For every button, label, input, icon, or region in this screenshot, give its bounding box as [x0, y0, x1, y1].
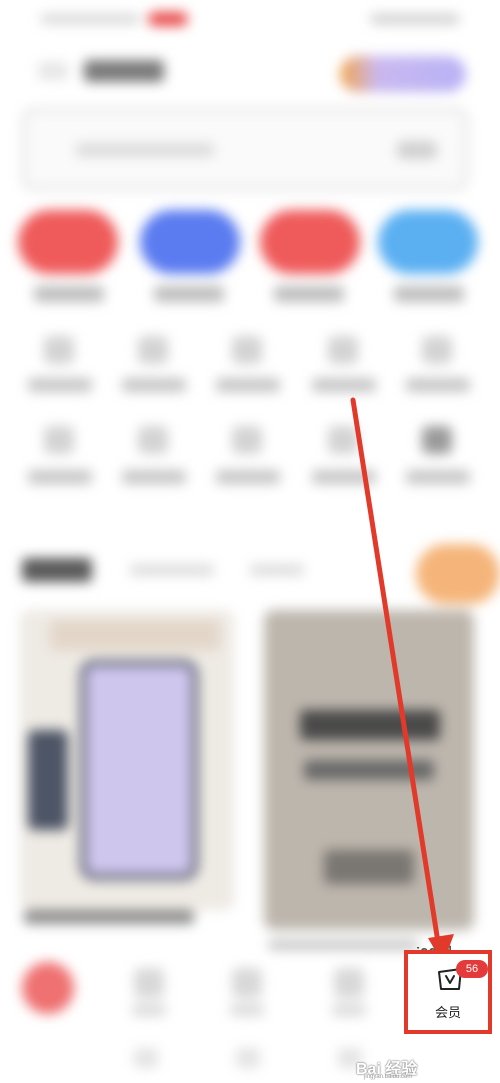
tool-icon[interactable] — [44, 336, 74, 364]
feature-icon-4[interactable] — [378, 210, 478, 274]
card-caption-1 — [24, 910, 194, 924]
content-card-2[interactable] — [264, 610, 474, 930]
tool-grid — [0, 330, 500, 500]
home-tab-icon[interactable] — [22, 962, 74, 1014]
tab-3[interactable] — [250, 564, 304, 576]
member-tab[interactable]: 56 会员 — [404, 950, 492, 1034]
tab-active[interactable] — [22, 558, 92, 582]
feature-icon-2[interactable] — [140, 210, 240, 274]
card-text-block — [300, 710, 440, 740]
tool-label — [312, 378, 376, 392]
feature-label-1 — [34, 286, 104, 302]
status-left — [40, 14, 140, 24]
member-badge: 56 — [456, 960, 488, 978]
blurred-page-content — [0, 0, 500, 1083]
tool-label — [122, 378, 186, 392]
tool-icon[interactable] — [138, 336, 168, 364]
tool-label — [406, 470, 470, 484]
member-tab-label: 会员 — [434, 1005, 461, 1020]
watermark-url: jingyan.baidu.com — [364, 1074, 413, 1080]
tool-label — [216, 378, 280, 392]
card-text-block — [304, 760, 434, 780]
tool-icon[interactable] — [44, 426, 74, 454]
tool-icon[interactable] — [328, 336, 358, 364]
nav-tab-icon[interactable] — [334, 968, 364, 998]
tool-icon[interactable] — [232, 336, 262, 364]
status-indicator — [148, 12, 188, 26]
tool-icon[interactable] — [138, 426, 168, 454]
content-card-1[interactable] — [20, 610, 234, 910]
status-right — [370, 14, 460, 24]
search-box[interactable] — [22, 108, 468, 190]
card-caption-2 — [268, 940, 418, 950]
search-button[interactable] — [397, 141, 437, 159]
promo-pill-button[interactable] — [340, 56, 466, 92]
card-side-image — [28, 730, 68, 830]
content-feed — [0, 610, 500, 950]
tool-label — [28, 378, 92, 392]
tool-label — [406, 378, 470, 392]
tool-label — [122, 470, 186, 484]
feature-shortcuts — [0, 210, 500, 310]
feature-icon-1[interactable] — [18, 210, 118, 274]
card-banner — [50, 620, 220, 650]
content-tabs — [0, 544, 500, 604]
placeholder-block — [134, 1048, 158, 1068]
feature-label-4 — [394, 286, 464, 302]
search-placeholder — [75, 143, 215, 157]
nav-tab-label — [230, 1004, 264, 1016]
bottom-strip — [0, 1040, 500, 1083]
page-title — [84, 60, 164, 82]
tab-2[interactable] — [130, 564, 214, 576]
tool-icon[interactable] — [422, 426, 452, 454]
top-bar — [0, 50, 500, 94]
tool-icon[interactable] — [328, 426, 358, 454]
tool-label — [312, 470, 376, 484]
nav-tab-icon[interactable] — [134, 968, 164, 998]
tool-icon[interactable] — [422, 336, 452, 364]
tool-label — [28, 470, 92, 484]
floating-action-button[interactable] — [416, 544, 500, 604]
nav-tab-label — [332, 1004, 366, 1016]
nav-tab-icon[interactable] — [232, 968, 262, 998]
status-bar — [30, 8, 470, 30]
phone-image — [80, 660, 198, 880]
feature-label-2 — [154, 286, 224, 302]
tool-icon[interactable] — [232, 426, 262, 454]
card-image-block — [324, 850, 414, 884]
nav-tab-label — [132, 1004, 166, 1016]
feature-icon-3[interactable] — [260, 210, 360, 274]
tool-label — [216, 470, 280, 484]
feature-label-3 — [274, 286, 344, 302]
placeholder-block — [236, 1048, 260, 1068]
menu-icon[interactable] — [38, 62, 68, 80]
